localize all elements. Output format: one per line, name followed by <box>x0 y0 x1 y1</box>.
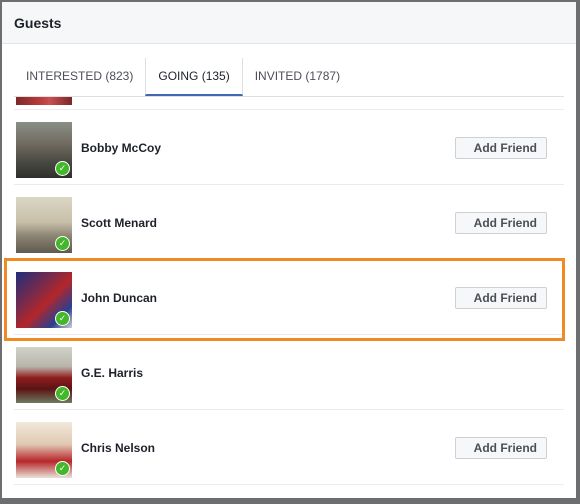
guests-dialog: Guests INTERESTED (823) GOING (135) INVI… <box>2 2 576 498</box>
guest-row-ge: ✓ G.E. Harris <box>14 335 564 410</box>
profile-photo[interactable]: ✓ <box>16 197 72 253</box>
add-friend-button[interactable]: Add Friend <box>455 437 547 459</box>
add-friend-button[interactable]: Add Friend <box>455 137 547 159</box>
check-icon: ✓ <box>55 236 70 251</box>
check-icon: ✓ <box>55 461 70 476</box>
guest-row-john: ✓ John Duncan Add Friend <box>14 260 564 335</box>
guest-name[interactable]: G.E. Harris <box>81 366 143 380</box>
guest-row-bobby: ✓ Bobby McCoy Add Friend <box>14 110 564 185</box>
list-item-partial <box>14 97 564 110</box>
profile-photo <box>16 97 72 105</box>
profile-photo[interactable]: ✓ <box>16 347 72 403</box>
guest-tabs: INTERESTED (823) GOING (135) INVITED (17… <box>14 58 564 97</box>
add-friend-button[interactable]: Add Friend <box>455 287 547 309</box>
guest-row-scott: ✓ Scott Menard Add Friend <box>14 185 564 260</box>
guest-name[interactable]: Scott Menard <box>81 216 157 230</box>
tab-going[interactable]: GOING (135) <box>145 58 243 96</box>
guest-name[interactable]: John Duncan <box>81 291 157 305</box>
check-icon: ✓ <box>55 161 70 176</box>
dialog-title: Guests <box>14 14 62 31</box>
check-icon: ✓ <box>55 386 70 401</box>
profile-photo[interactable]: ✓ <box>16 422 72 478</box>
guest-name[interactable]: Bobby McCoy <box>81 141 161 155</box>
profile-photo[interactable]: ✓ <box>16 272 72 328</box>
tab-invited[interactable]: INVITED (1787) <box>243 58 352 96</box>
dialog-header: Guests <box>2 2 576 44</box>
tab-interested[interactable]: INTERESTED (823) <box>14 58 145 96</box>
add-friend-button[interactable]: Add Friend <box>455 212 547 234</box>
check-icon: ✓ <box>55 311 70 326</box>
guest-name[interactable]: Chris Nelson <box>81 441 155 455</box>
profile-photo[interactable]: ✓ <box>16 122 72 178</box>
guest-list[interactable]: ✓ Bobby McCoy Add Friend ✓ Scott Menard … <box>14 97 564 498</box>
guest-row-chris: ✓ Chris Nelson Add Friend <box>14 410 564 485</box>
